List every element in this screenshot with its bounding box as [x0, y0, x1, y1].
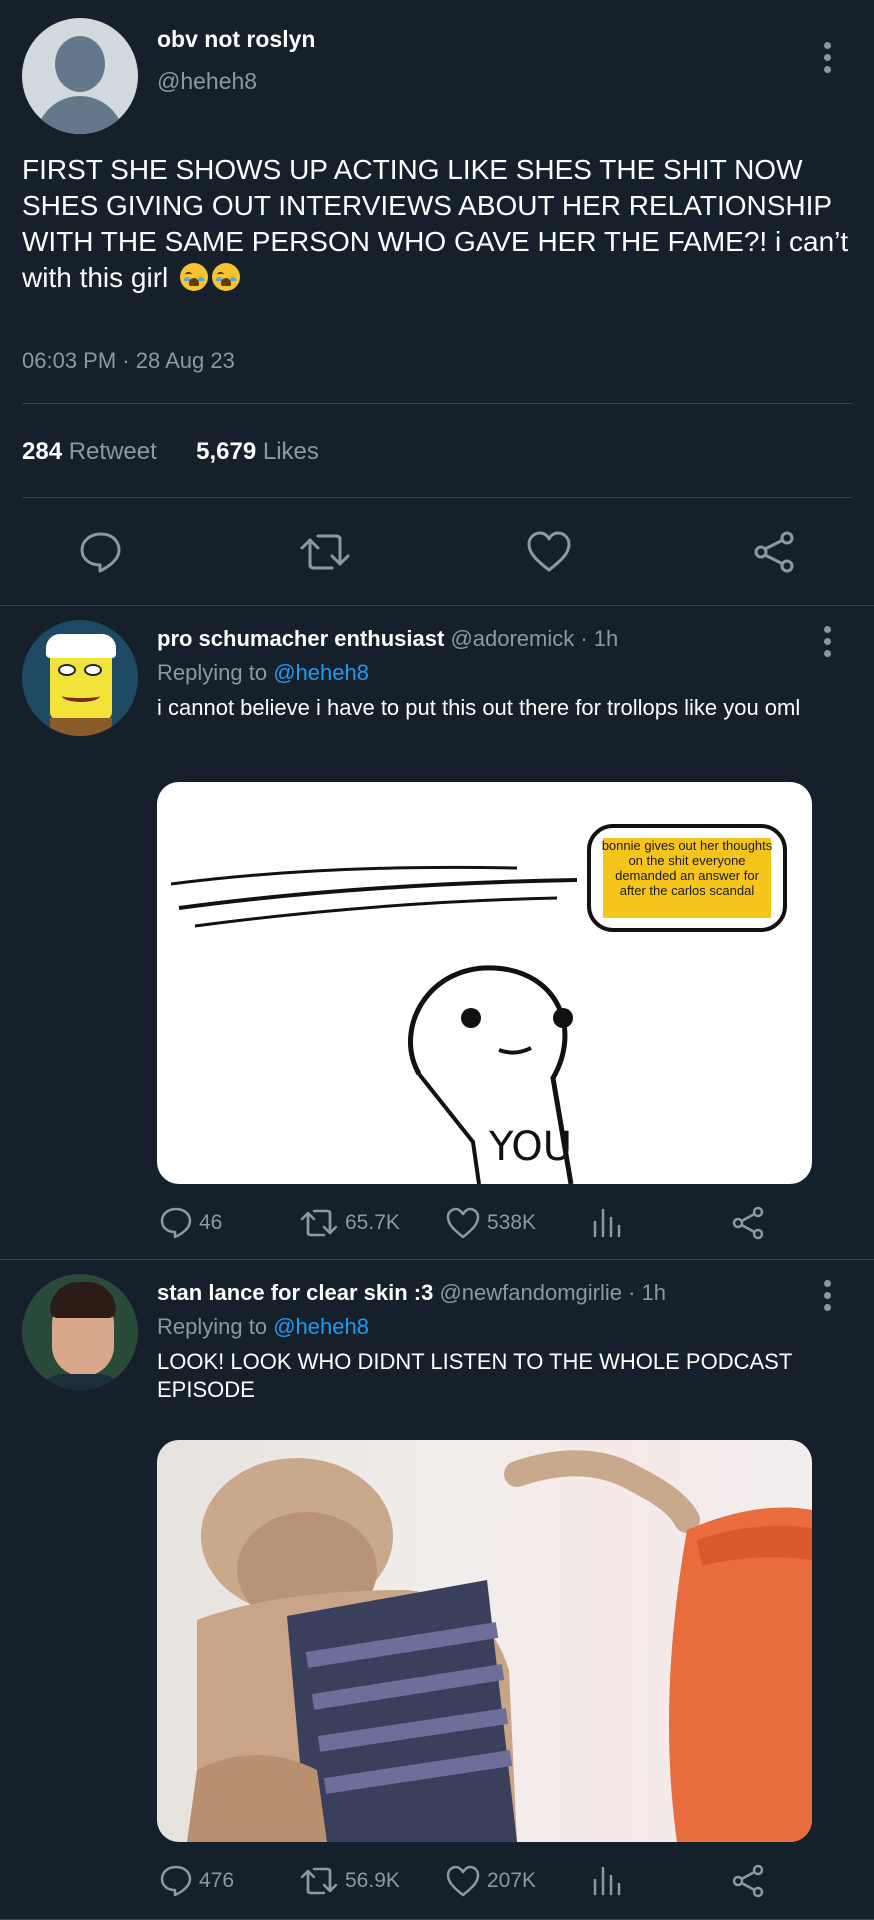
analytics-button[interactable] [591, 1864, 623, 1898]
reply-button[interactable]: 46 [159, 1206, 222, 1240]
share-button[interactable] [731, 1206, 765, 1240]
divider [22, 403, 852, 404]
retweet-button[interactable]: 56.9K [299, 1864, 400, 1898]
analytics-bar-icon [593, 1208, 621, 1238]
analytics-bar-icon [593, 1866, 621, 1896]
share-icon[interactable] [752, 530, 796, 574]
reply-action-bar: 476 56.9K 207K [157, 1864, 797, 1904]
retweet-label[interactable]: Retweet [69, 438, 157, 465]
reply-button[interactable]: 476 [159, 1864, 234, 1898]
reply-count: 46 [199, 1211, 223, 1234]
speech-bubble-text: bonnie gives out her thoughts on the shi… [601, 838, 773, 898]
like-heart-icon [446, 1207, 480, 1239]
divider [22, 497, 852, 498]
share-button[interactable] [731, 1864, 765, 1898]
like-heart-icon [446, 1865, 480, 1897]
replying-prefix: Replying to [157, 660, 268, 685]
user-avatar[interactable] [22, 1274, 138, 1390]
retweet-icon[interactable] [298, 530, 352, 574]
retweet-count: 65.7K [345, 1211, 400, 1234]
loudly-crying-face-emoji [180, 263, 209, 291]
retweet-count: 56.9K [345, 1869, 400, 1892]
reply-header: pro schumacher enthusiast @adoremick · 1… [157, 626, 618, 652]
display-name[interactable]: pro schumacher enthusiast [157, 626, 444, 651]
main-tweet: obv not roslyn @heheh8 FIRST SHE SHOWS U… [0, 0, 874, 606]
reply-count: 476 [199, 1869, 235, 1892]
reply-media-image[interactable] [157, 1440, 812, 1842]
reply-text: i cannot believe i have to put this out … [157, 695, 801, 720]
retweet-button[interactable]: 65.7K [299, 1206, 400, 1240]
tweet-stats: 284 Retweet 5,679 Likes [22, 438, 319, 466]
handle-and-time[interactable]: @newfandomgirlie · 1h [439, 1280, 666, 1305]
more-options-icon[interactable] [821, 1280, 833, 1311]
reply-action-bar: 46 65.7K 538K [157, 1206, 797, 1246]
replying-handle-link[interactable]: @heheh8 [273, 1314, 369, 1339]
share-icon [732, 1864, 764, 1898]
analytics-button[interactable] [591, 1206, 623, 1240]
retweet-count[interactable]: 284 [22, 438, 62, 465]
like-count[interactable]: 5,679 [196, 438, 256, 465]
display-name[interactable]: obv not roslyn [157, 26, 315, 53]
tweet-text-body: FIRST SHE SHOWS UP ACTING LIKE SHES THE … [22, 154, 849, 293]
meme-photo [187, 1450, 812, 1842]
handle-and-time[interactable]: @adoremick · 1h [450, 626, 618, 651]
user-avatar[interactable] [22, 620, 138, 736]
replying-to: Replying to @heheh8 [157, 660, 369, 686]
reply-text: LOOK! LOOK WHO DIDNT LISTEN TO THE WHOLE… [157, 1349, 792, 1402]
like-button[interactable]: 207K [445, 1864, 536, 1898]
like-count: 207K [487, 1869, 537, 1892]
handle[interactable]: @heheh8 [157, 68, 257, 95]
reply-tweet[interactable]: pro schumacher enthusiast @adoremick · 1… [0, 606, 874, 1260]
like-count: 538K [487, 1211, 537, 1234]
you-label: YOU [489, 1124, 573, 1170]
share-icon [732, 1206, 764, 1240]
reply-icon[interactable] [78, 530, 124, 574]
like-label[interactable]: Likes [263, 438, 319, 465]
reply-header: stan lance for clear skin :3 @newfandomg… [157, 1280, 666, 1306]
reply-tweet[interactable]: stan lance for clear skin :3 @newfandomg… [0, 1260, 874, 1920]
retweet-icon [300, 1209, 338, 1237]
reply-media-image[interactable]: bonnie gives out her thoughts on the shi… [157, 782, 812, 1184]
reply-icon [160, 1207, 192, 1239]
like-heart-icon[interactable] [526, 530, 572, 574]
replying-prefix: Replying to [157, 1314, 268, 1339]
like-button[interactable]: 538K [445, 1206, 536, 1240]
retweet-icon [300, 1867, 338, 1895]
reply-icon [160, 1865, 192, 1897]
more-options-icon[interactable] [821, 626, 833, 657]
default-avatar[interactable] [22, 18, 138, 134]
display-name[interactable]: stan lance for clear skin :3 [157, 1280, 433, 1305]
replying-to: Replying to @heheh8 [157, 1314, 369, 1340]
tweet-timestamp[interactable]: 06:03 PM · 28 Aug 23 [22, 348, 235, 374]
replying-handle-link[interactable]: @heheh8 [273, 660, 369, 685]
loudly-crying-face-emoji [212, 263, 241, 291]
tweet-text: FIRST SHE SHOWS UP ACTING LIKE SHES THE … [22, 152, 852, 296]
more-options-icon[interactable] [821, 42, 833, 73]
